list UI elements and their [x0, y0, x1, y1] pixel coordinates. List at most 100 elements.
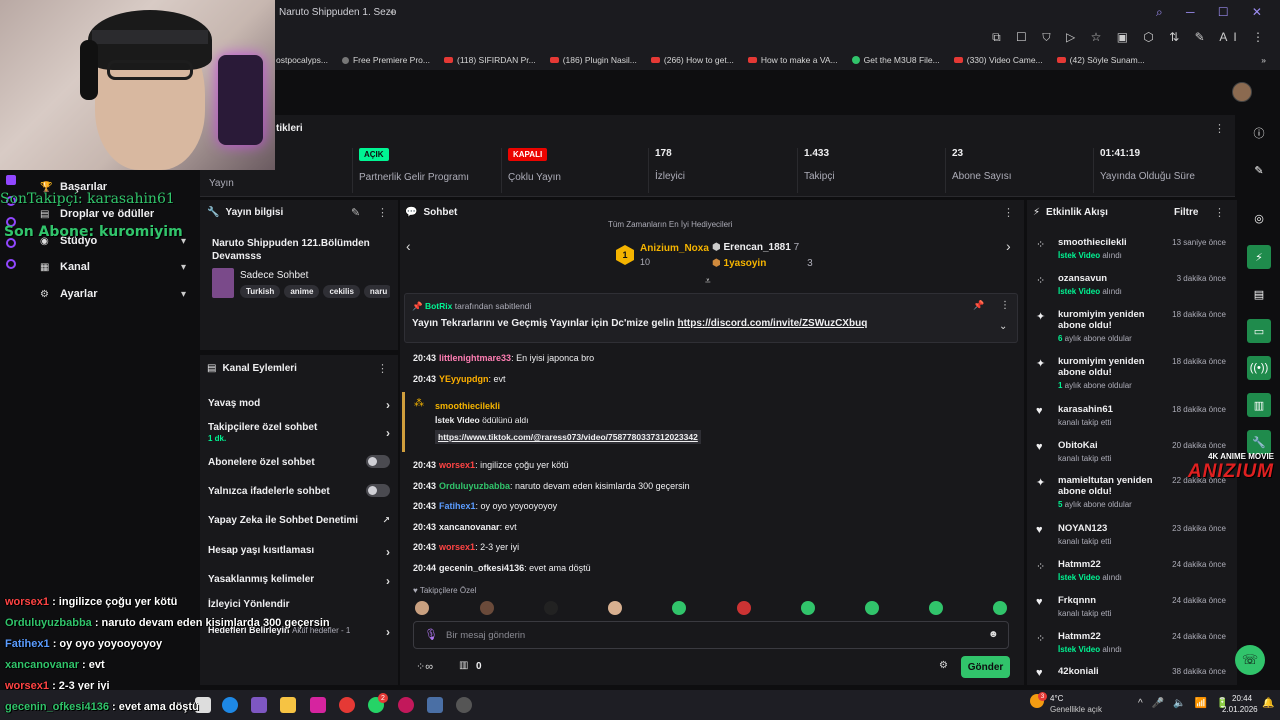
emote[interactable]: [801, 601, 815, 615]
chevron-right-icon[interactable]: ›: [1006, 238, 1011, 254]
last-sub-overlay: Son Abone: kuromiyim: [4, 224, 183, 240]
microphone-icon[interactable]: 🎙: [424, 628, 438, 641]
layout-icon[interactable]: ▥: [1247, 393, 1271, 417]
menu-icon[interactable]: ⋮: [377, 206, 388, 219]
redeem-user[interactable]: smoothiecilekli: [435, 401, 500, 411]
redeem-text: İstek Video ödülünü aldı: [435, 415, 529, 425]
bookmark-item[interactable]: (186) Plugin Nasil...: [549, 55, 637, 65]
tag[interactable]: anime: [284, 285, 320, 298]
followers-only-row[interactable]: Takipçilere özel sohbet 1 dk. ›: [208, 422, 390, 443]
unpin-icon[interactable]: 📌: [973, 300, 984, 311]
support-icon[interactable]: ☏: [1235, 645, 1265, 675]
avatar[interactable]: [1232, 82, 1252, 102]
toolbar-icons[interactable]: ⧉ ☐ ⛉ ▷ ☆ ▣ ⬡ ⇅ ✎ AI ⋮: [992, 30, 1270, 45]
chevron-left-icon[interactable]: ‹: [406, 238, 411, 254]
bookmark-item[interactable]: ostpocalyps...: [276, 55, 328, 65]
ai-label[interactable]: AI: [1219, 30, 1242, 44]
menu-icon[interactable]: ⋮: [1214, 206, 1225, 219]
emote[interactable]: [865, 601, 879, 615]
nav-drops[interactable]: ▤ Droplar ve ödüller: [40, 208, 190, 220]
edit-icon[interactable]: ✎: [351, 206, 360, 219]
chat-icon[interactable]: ▭: [1247, 319, 1271, 343]
tag[interactable]: Turkish: [240, 285, 281, 298]
gear-icon[interactable]: [6, 259, 16, 269]
category-thumbnail[interactable]: [212, 268, 234, 298]
emote[interactable]: [480, 601, 494, 615]
emote[interactable]: [929, 601, 943, 615]
copilot-icon[interactable]: [251, 697, 267, 713]
age-restrict-row[interactable]: Hesap yaşı kısıtlaması ›: [208, 545, 390, 559]
bookmark-item[interactable]: (42) Söyle Sunam...: [1056, 55, 1145, 65]
pinned-by: 📌 BotRix tarafından sabitlendi: [412, 301, 532, 311]
menu-icon[interactable]: ⋮: [1003, 206, 1014, 219]
info-icon[interactable]: ⓘ: [1247, 121, 1271, 145]
bookmark-item[interactable]: Free Premiere Pro...: [341, 55, 430, 65]
channel-points-icon[interactable]: ⁘∞: [416, 660, 433, 673]
browser-tab[interactable]: Naruto Shippuden 1. Sezo: [279, 7, 396, 18]
menu-icon[interactable]: ⋮: [1000, 300, 1010, 311]
collapse-icon[interactable]: ⩡: [705, 276, 711, 287]
obs-icon[interactable]: [398, 697, 414, 713]
bolt-icon[interactable]: ⚡: [1247, 245, 1271, 269]
redeem-link[interactable]: https://www.tiktok.com/@raress073/video/…: [435, 430, 701, 444]
folder-icon[interactable]: [280, 697, 296, 713]
emoji-icon[interactable]: ☻: [988, 629, 999, 640]
edge-icon[interactable]: [222, 697, 238, 713]
chat-message: 20:43 littlenightmare33: En iyisi japonca…: [413, 353, 595, 363]
bookmark-item[interactable]: Get the M3U8 File...: [851, 55, 940, 65]
stream-category[interactable]: Sadece Sohbet: [240, 270, 308, 281]
stream-title[interactable]: Naruto Shippuden 121.Bölümden Devamsss: [212, 237, 382, 263]
pinned-link[interactable]: https://discord.com/invite/ZSWuzCXbuq: [677, 318, 867, 329]
slow-mode-row[interactable]: Yavaş mod ›: [208, 398, 390, 412]
instagram-icon[interactable]: [310, 697, 326, 713]
store-icon[interactable]: ▥: [459, 660, 468, 671]
bookmarks-more[interactable]: »: [1261, 55, 1266, 65]
nav-settings[interactable]: ⚙ Ayarlar ▾: [40, 288, 190, 300]
bookmark-item[interactable]: (266) How to get...: [650, 55, 734, 65]
youtube-icon: [1056, 57, 1066, 63]
app-icon[interactable]: [427, 697, 443, 713]
youtube-icon: [650, 57, 660, 63]
headband: [92, 30, 208, 44]
bookmark-item[interactable]: (118) SIFIRDAN Pr...: [443, 55, 536, 65]
new-tab-button[interactable]: +: [389, 5, 396, 19]
send-button[interactable]: Gönder: [961, 656, 1010, 678]
emote[interactable]: [737, 601, 751, 615]
subs-only-row[interactable]: Abonelere özel sohbet: [208, 455, 390, 468]
emotes-only-row[interactable]: Yalnızca ifadelerle sohbet: [208, 484, 390, 497]
emote[interactable]: [672, 601, 686, 615]
bookmark-item[interactable]: (330) Video Came...: [953, 55, 1043, 65]
tag[interactable]: cekilis: [323, 285, 360, 298]
ai-moderation-row[interactable]: Yapay Zeka ile Sohbet Denetimi ↗: [208, 515, 390, 526]
leader-name[interactable]: ⬢ 1yasoyin 3: [712, 258, 813, 269]
twitch-icon[interactable]: [6, 175, 16, 185]
notification-icon[interactable]: 🔔: [1262, 698, 1274, 709]
filter-button[interactable]: Filtre: [1174, 207, 1198, 218]
channel-icon: ▦: [40, 261, 50, 273]
viewer-guide-row[interactable]: İzleyici Yönlendir: [208, 599, 390, 610]
gear-icon[interactable]: ⚙: [939, 660, 948, 671]
stats-menu-icon[interactable]: ⋮: [1214, 122, 1225, 135]
document-icon[interactable]: ▤: [1247, 282, 1271, 306]
subs-only-toggle[interactable]: [366, 455, 390, 468]
nav-channel[interactable]: ▦ Kanal ▾: [40, 261, 190, 273]
emote[interactable]: [544, 601, 558, 615]
chevron-down-icon[interactable]: ⌄: [999, 321, 1007, 332]
leader-name[interactable]: ⬢ Erencan_1881 7: [712, 242, 799, 253]
emotes-only-toggle[interactable]: [366, 484, 390, 497]
chrome-icon[interactable]: [339, 697, 355, 713]
banned-words-row[interactable]: Yasaklanmış kelimeler ›: [208, 574, 390, 588]
leader-name[interactable]: Anizium_Noxa: [640, 243, 709, 254]
window-controls[interactable]: ⌕ ─ ☐ ✕: [1156, 5, 1272, 20]
emote[interactable]: [415, 601, 429, 615]
camera-icon[interactable]: ◎: [1247, 206, 1271, 230]
emote[interactable]: [993, 601, 1007, 615]
app-icon[interactable]: [456, 697, 472, 713]
bookmark-item[interactable]: How to make a VA...: [747, 55, 838, 65]
tag[interactable]: naru: [363, 285, 390, 298]
emote[interactable]: [608, 601, 622, 615]
menu-icon[interactable]: ⋮: [377, 362, 388, 375]
broadcast-icon[interactable]: ((•)): [1247, 356, 1271, 380]
edit-icon[interactable]: ✎: [1247, 158, 1271, 182]
chat-message: 20:44 gecenin_ofkesi4136: evet ama döştü: [413, 563, 591, 573]
